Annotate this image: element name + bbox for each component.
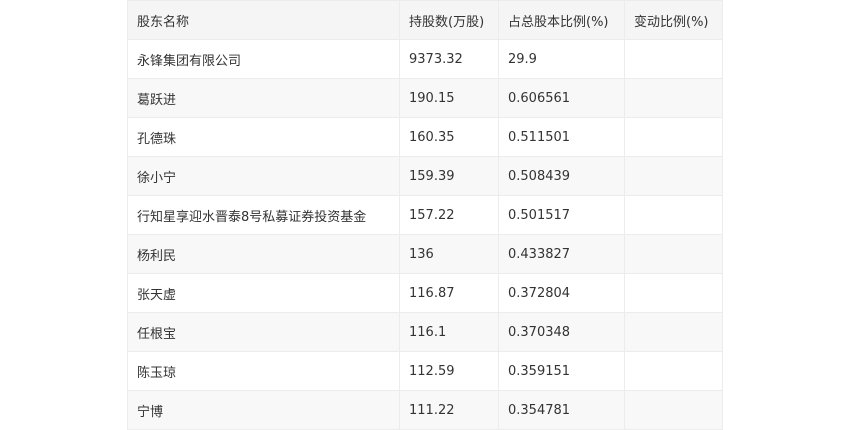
- table-row: 杨利民 136 0.433827: [127, 234, 723, 274]
- shareholder-table-container: 股东名称 持股数(万股) 占总股本比例(%) 变动比例(%) 永锋集团有限公司 …: [127, 0, 723, 430]
- cell-ratio: 0.511501: [498, 117, 625, 157]
- table-row: 陈玉琼 112.59 0.359151: [127, 351, 723, 391]
- cell-ratio: 0.370348: [498, 312, 625, 352]
- cell-change: [624, 156, 723, 196]
- table-row: 宁博 111.22 0.354781: [127, 390, 723, 430]
- cell-ratio: 0.372804: [498, 273, 625, 313]
- table-body: 永锋集团有限公司 9373.32 29.9 葛跃进 190.15 0.60656…: [127, 39, 723, 430]
- cell-change: [624, 312, 723, 352]
- cell-shares: 116.1: [399, 312, 499, 352]
- cell-shares: 190.15: [399, 78, 499, 118]
- header-ratio: 占总股本比例(%): [498, 0, 625, 40]
- cell-ratio: 0.354781: [498, 390, 625, 430]
- table-row: 张天虚 116.87 0.372804: [127, 273, 723, 313]
- table-row: 永锋集团有限公司 9373.32 29.9: [127, 39, 723, 79]
- header-shareholder-name: 股东名称: [127, 0, 400, 40]
- table-row: 任根宝 116.1 0.370348: [127, 312, 723, 352]
- header-change: 变动比例(%): [624, 0, 723, 40]
- cell-shares: 159.39: [399, 156, 499, 196]
- cell-ratio: 0.433827: [498, 234, 625, 274]
- cell-shares: 112.59: [399, 351, 499, 391]
- cell-name: 孔德珠: [127, 117, 400, 157]
- cell-change: [624, 195, 723, 235]
- cell-ratio: 29.9: [498, 39, 625, 79]
- table-row: 徐小宁 159.39 0.508439: [127, 156, 723, 196]
- cell-change: [624, 351, 723, 391]
- cell-change: [624, 117, 723, 157]
- shareholder-table: 股东名称 持股数(万股) 占总股本比例(%) 变动比例(%) 永锋集团有限公司 …: [127, 0, 723, 430]
- cell-name: 任根宝: [127, 312, 400, 352]
- cell-name: 陈玉琼: [127, 351, 400, 391]
- cell-ratio: 0.501517: [498, 195, 625, 235]
- cell-shares: 136: [399, 234, 499, 274]
- cell-name: 行知星享迎水晋泰8号私募证券投资基金: [127, 195, 400, 235]
- table-row: 行知星享迎水晋泰8号私募证券投资基金 157.22 0.501517: [127, 195, 723, 235]
- cell-change: [624, 273, 723, 313]
- cell-name: 徐小宁: [127, 156, 400, 196]
- cell-shares: 160.35: [399, 117, 499, 157]
- cell-shares: 111.22: [399, 390, 499, 430]
- cell-name: 永锋集团有限公司: [127, 39, 400, 79]
- cell-ratio: 0.508439: [498, 156, 625, 196]
- cell-name: 张天虚: [127, 273, 400, 313]
- cell-shares: 157.22: [399, 195, 499, 235]
- cell-change: [624, 78, 723, 118]
- cell-name: 葛跃进: [127, 78, 400, 118]
- table-header: 股东名称 持股数(万股) 占总股本比例(%) 变动比例(%): [127, 0, 723, 40]
- header-row: 股东名称 持股数(万股) 占总股本比例(%) 变动比例(%): [127, 0, 723, 40]
- header-shares: 持股数(万股): [399, 0, 499, 40]
- cell-ratio: 0.359151: [498, 351, 625, 391]
- cell-ratio: 0.606561: [498, 78, 625, 118]
- table-row: 葛跃进 190.15 0.606561: [127, 78, 723, 118]
- cell-name: 宁博: [127, 390, 400, 430]
- cell-change: [624, 39, 723, 79]
- cell-shares: 9373.32: [399, 39, 499, 79]
- table-row: 孔德珠 160.35 0.511501: [127, 117, 723, 157]
- cell-change: [624, 234, 723, 274]
- cell-change: [624, 390, 723, 430]
- cell-shares: 116.87: [399, 273, 499, 313]
- cell-name: 杨利民: [127, 234, 400, 274]
